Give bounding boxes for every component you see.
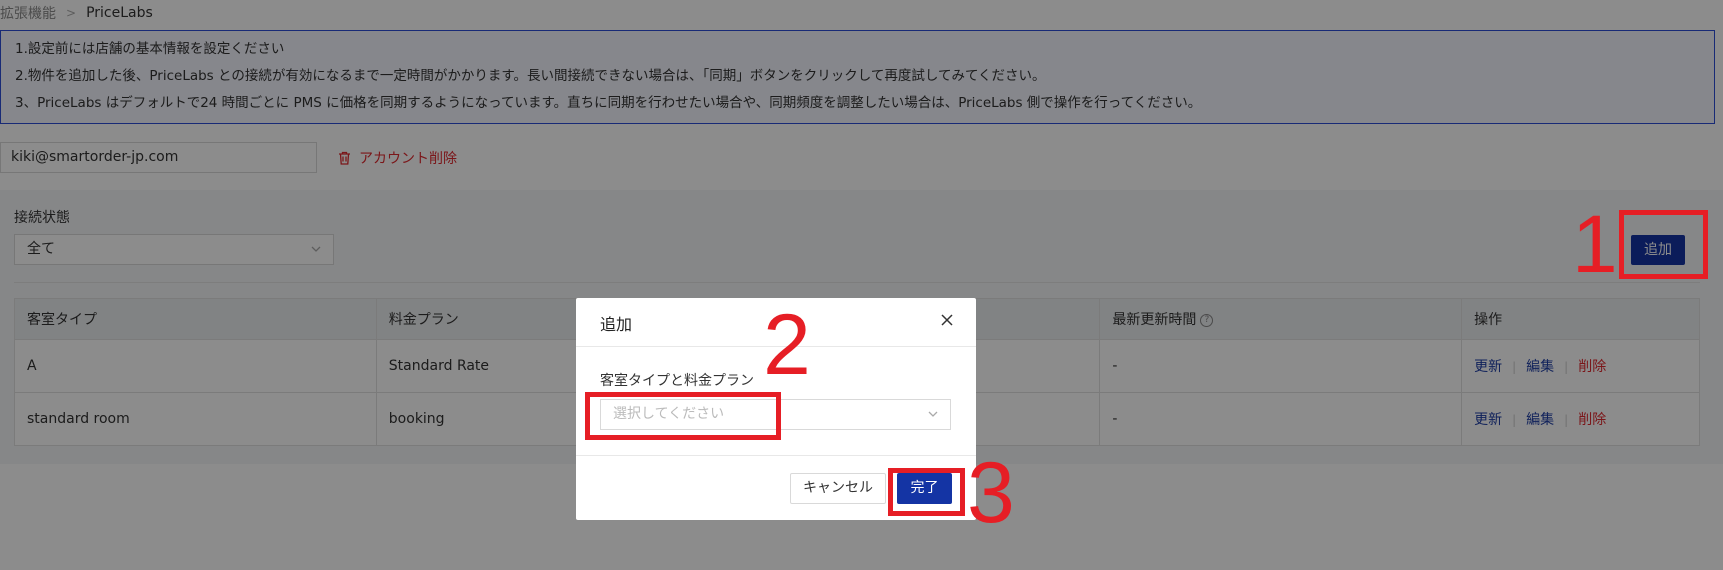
dialog-title: 追加 [600, 315, 633, 334]
annotation-box-3 [888, 468, 965, 516]
cancel-button[interactable]: キャンセル [790, 473, 886, 504]
annotation-box-1 [1619, 210, 1708, 279]
annotation-box-2 [585, 392, 781, 440]
annotation-number-3: 3 [967, 445, 1015, 541]
room-plan-label: 客室タイプと料金プラン [600, 373, 754, 389]
annotation-number-2: 2 [763, 297, 811, 393]
close-icon[interactable] [937, 310, 957, 330]
chevron-down-icon [928, 411, 938, 417]
dialog-footer-divider [576, 455, 976, 456]
annotation-number-1: 1 [1572, 199, 1618, 290]
